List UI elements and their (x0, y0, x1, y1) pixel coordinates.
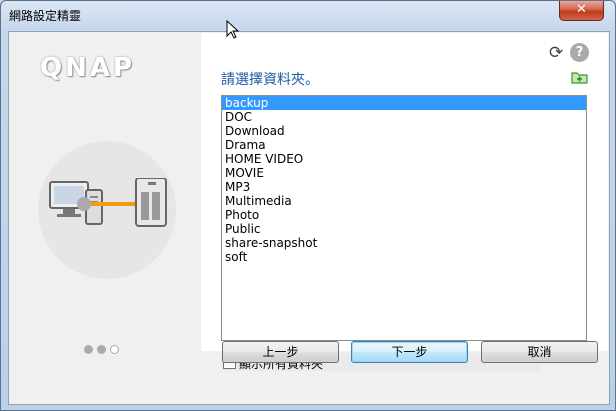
step-dot-1 (84, 345, 93, 354)
back-button[interactable]: 上一步 (222, 341, 339, 363)
step-dot-2 (97, 345, 106, 354)
folder-list-item[interactable]: Multimedia (222, 194, 586, 208)
folder-list-item[interactable]: Download (222, 124, 586, 138)
wizard-side-panel: QNAP (10, 33, 201, 403)
new-folder-icon[interactable] (571, 70, 588, 84)
folder-list-item[interactable]: DOC (222, 110, 586, 124)
folder-list-item[interactable]: MP3 (222, 180, 586, 194)
pc-to-nas-illustration (49, 178, 167, 227)
title-bar[interactable]: 網路設定精靈 ✕ (1, 1, 615, 29)
folder-list-item[interactable]: soft (222, 250, 586, 264)
nas-icon (135, 178, 167, 227)
qnap-logo: QNAP (40, 53, 136, 83)
wizard-step-indicator (84, 343, 123, 357)
folder-selection-panel: ⟳ ? 請選擇資料夾。 backup DOC Download Drama HO… (201, 33, 608, 351)
window-title: 網路設定精靈 (9, 9, 82, 23)
folder-list-item[interactable]: Public (222, 222, 586, 236)
next-button[interactable]: 下一步 (351, 341, 468, 363)
folder-list-item[interactable]: backup (222, 96, 586, 110)
folder-list-item[interactable]: Drama (222, 138, 586, 152)
close-button[interactable]: ✕ (559, 1, 604, 21)
mouse-cursor-icon (226, 20, 240, 39)
folder-list-item[interactable]: HOME VIDEO (222, 152, 586, 166)
folder-list[interactable]: backup DOC Download Drama HOME VIDEO MOV… (221, 95, 587, 341)
folder-list-item[interactable]: MOVIE (222, 166, 586, 180)
folder-prompt: 請選擇資料夾。 (221, 72, 319, 88)
step-dot-3 (110, 345, 119, 354)
folder-list-item[interactable]: share-snapshot (222, 236, 586, 250)
wizard-window: 網路設定精靈 ✕ QNAP ⟳ ? 請選擇資料夾。 backup DOC Dow… (0, 0, 616, 411)
pc-connector-dot (77, 197, 91, 211)
folder-list-item[interactable]: Photo (222, 208, 586, 222)
help-icon[interactable]: ? (570, 43, 589, 62)
cancel-button[interactable]: 取消 (481, 341, 598, 363)
refresh-icon[interactable]: ⟳ (549, 43, 563, 63)
